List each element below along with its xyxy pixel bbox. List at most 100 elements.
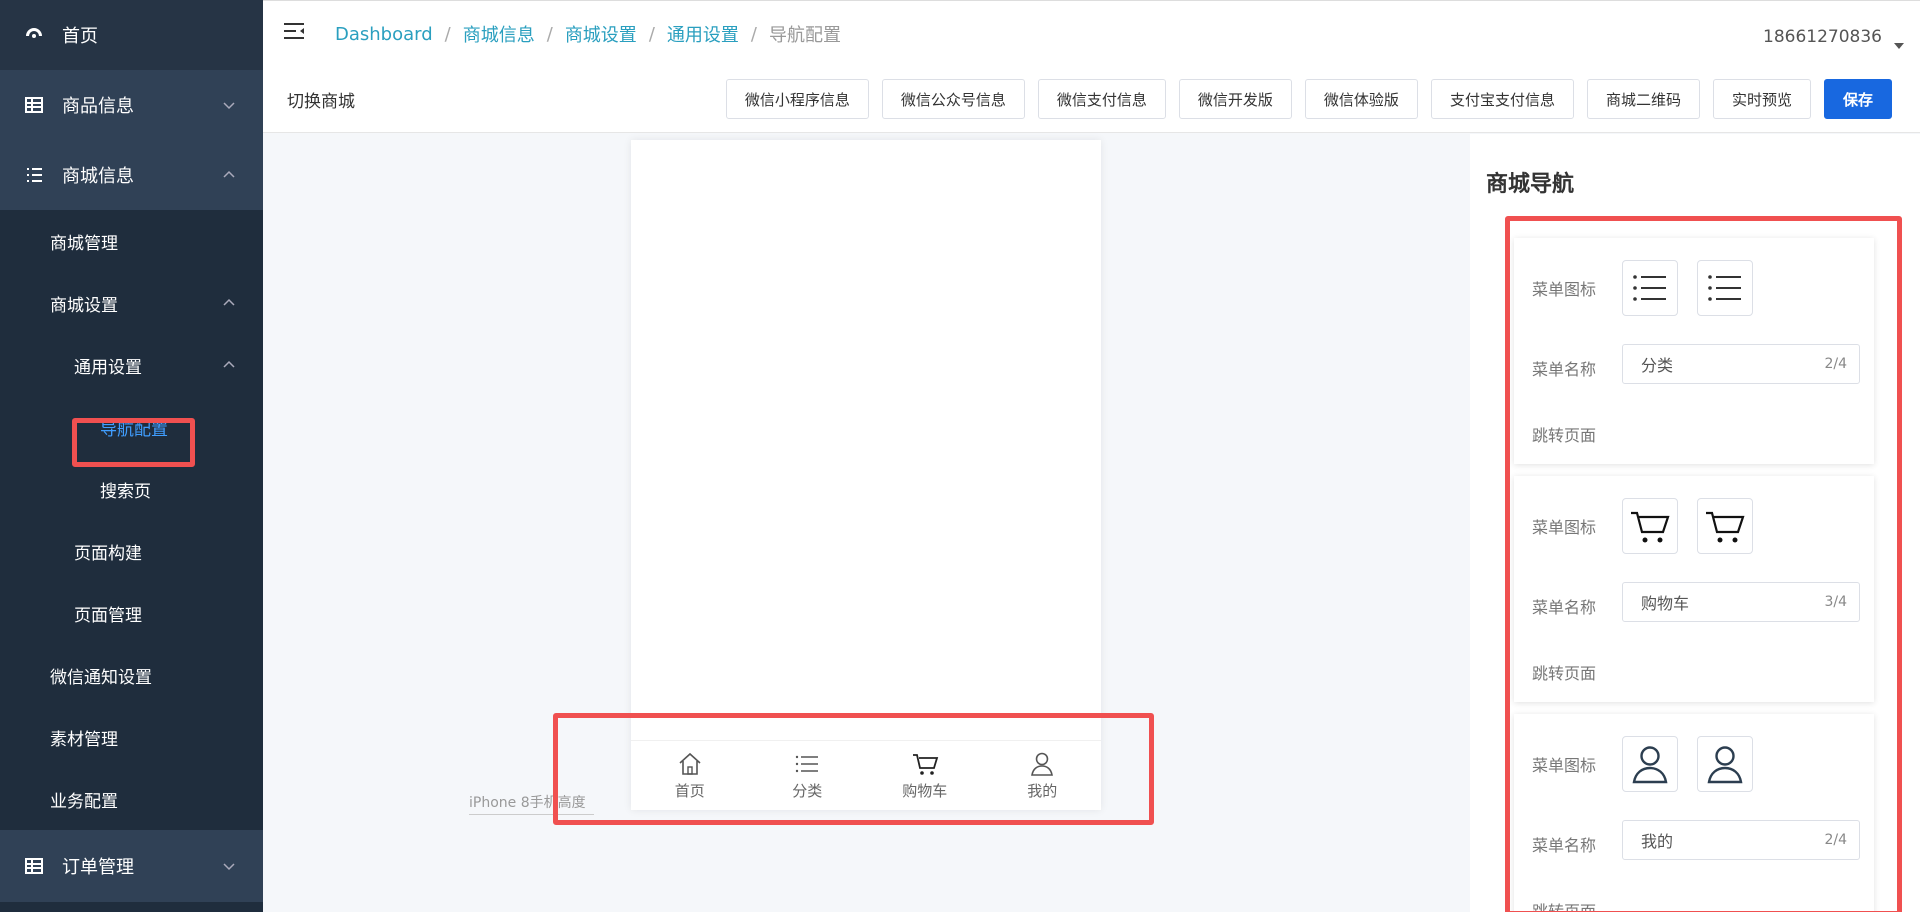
breadcrumb: Dashboard / 商城信息 / 商城设置 / 通用设置 / 导航配置 [335, 21, 841, 47]
nav-item-label: 首页 [674, 782, 705, 800]
user-account[interactable]: 18661270836 [1763, 27, 1882, 47]
nav-item-mine[interactable]: 我的 [984, 741, 1102, 810]
wechat-pay-button[interactable]: 微信支付信息 [1037, 79, 1166, 119]
menu-name-value: 购物车 [1641, 594, 1690, 613]
sidebar-item-label: 商城管理 [50, 233, 118, 254]
sidebar-item-nav-config[interactable]: 导航配置 [0, 396, 263, 458]
jump-page-label: 跳转页面 [1532, 902, 1597, 912]
cart-icon [912, 754, 938, 775]
breadcrumb-nav-config: 导航配置 [768, 25, 841, 46]
chevron-up-icon [223, 170, 235, 178]
menu-icon-label: 菜单图标 [1532, 756, 1597, 775]
header: Dashboard / 商城信息 / 商城设置 / 通用设置 / 导航配置 18… [263, 0, 1920, 133]
phone-bottom-nav: 首页 分类 购物车 我的 [631, 740, 1101, 810]
sidebar-item-label: 商城信息 [62, 166, 134, 187]
list-icon [796, 755, 819, 773]
device-height-label: iPhone 8手机高度 [469, 792, 594, 815]
home-icon [679, 752, 701, 775]
nav-item-cart[interactable]: 购物车 [866, 741, 984, 810]
nav-item-label: 购物车 [902, 782, 948, 800]
sidebar-item-label: 通用设置 [74, 357, 142, 378]
caret-down-icon[interactable] [1894, 43, 1904, 49]
user-icon [1632, 746, 1668, 784]
menu-fold-icon[interactable] [283, 21, 305, 41]
sidebar: 首页 商品信息 商城信息 商城管理 商城设置 通用设置 导航配置 搜索页 页面构… [0, 0, 263, 912]
panel-title: 商城导航 [1486, 172, 1575, 197]
breadcrumb-dashboard[interactable]: Dashboard [335, 24, 433, 45]
sidebar-item-material[interactable]: 素材管理 [0, 706, 263, 768]
sidebar-item-mall-manage[interactable]: 商城管理 [0, 210, 263, 272]
char-count: 2/4 [1824, 356, 1847, 372]
qrcode-button[interactable]: 商城二维码 [1586, 79, 1700, 119]
sidebar-item-general-settings[interactable]: 通用设置 [0, 334, 263, 396]
sidebar-item-label: 导航配置 [100, 419, 168, 440]
alipay-button[interactable]: 支付宝支付信息 [1430, 79, 1574, 119]
sidebar-item-label: 首页 [62, 26, 98, 47]
cart-icon [1631, 511, 1670, 543]
menu-name-label: 菜单名称 [1532, 360, 1597, 379]
sidebar-item-page-manage[interactable]: 页面管理 [0, 582, 263, 644]
icon-upload-active[interactable] [1697, 498, 1753, 554]
nav-item-label: 分类 [792, 782, 823, 800]
nav-item-label: 我的 [1027, 782, 1058, 800]
preview-area: 首页 分类 购物车 我的 iPhone 8手机高度 [263, 134, 1470, 912]
menu-name-value: 分类 [1641, 356, 1674, 375]
nav-card: 菜单图标 菜单名称 购物车 3/4 跳转页面 [1514, 476, 1874, 702]
list-icon [1708, 275, 1741, 301]
char-count: 2/4 [1824, 832, 1847, 848]
sidebar-item-wechat-notify[interactable]: 微信通知设置 [0, 644, 263, 706]
sidebar-item-orders[interactable]: 订单管理 [0, 830, 263, 902]
chevron-down-icon [223, 102, 235, 110]
cart-icon [1706, 511, 1745, 543]
dashboard-icon [26, 28, 42, 38]
nav-card: 菜单图标 菜单名称 分类 2/4 跳转页面 [1514, 238, 1874, 464]
icon-upload-default[interactable] [1622, 498, 1678, 554]
table-icon [25, 858, 43, 874]
wechat-dev-button[interactable]: 微信开发版 [1178, 79, 1292, 119]
chevron-up-icon [223, 360, 235, 368]
switch-shop-link[interactable]: 切换商城 [287, 87, 355, 112]
nav-card: 菜单图标 菜单名称 我的 2/4 跳转页面 [1514, 714, 1874, 912]
sidebar-item-label: 商品信息 [62, 96, 134, 117]
sidebar-item-search-page[interactable]: 搜索页 [0, 458, 263, 520]
icon-upload-active[interactable] [1697, 260, 1753, 316]
nav-item-category[interactable]: 分类 [749, 741, 867, 810]
sidebar-item-goods[interactable]: 商品信息 [0, 70, 263, 140]
breadcrumb-general-settings[interactable]: 通用设置 [667, 21, 739, 47]
sidebar-item-label: 订单管理 [62, 857, 134, 878]
icon-upload-default[interactable] [1622, 736, 1678, 792]
list-icon [27, 168, 42, 182]
menu-name-label: 菜单名称 [1532, 598, 1597, 617]
wechat-official-account-button[interactable]: 微信公众号信息 [881, 79, 1025, 119]
menu-icon-label: 菜单图标 [1532, 280, 1597, 299]
user-icon [1707, 746, 1743, 784]
menu-name-input[interactable]: 分类 2/4 [1622, 344, 1860, 384]
save-button[interactable]: 保存 [1823, 79, 1892, 119]
list-icon [1633, 275, 1666, 301]
sidebar-item-business-config[interactable]: 业务配置 [0, 768, 263, 830]
nav-card-list: 菜单图标 菜单名称 分类 2/4 跳转页面 菜单图标 菜单名称 购物车 3/4 … [1514, 238, 1874, 912]
wechat-miniprogram-button[interactable]: 微信小程序信息 [725, 79, 869, 119]
sidebar-item-label: 页面构建 [74, 543, 142, 564]
char-count: 3/4 [1824, 594, 1847, 610]
sidebar-item-mall-info[interactable]: 商城信息 [0, 140, 263, 210]
sidebar-item-mall-settings[interactable]: 商城设置 [0, 272, 263, 334]
jump-page-label: 跳转页面 [1532, 426, 1597, 445]
menu-name-input[interactable]: 购物车 3/4 [1622, 582, 1860, 622]
sidebar-item-home[interactable]: 首页 [0, 0, 263, 70]
action-toolbar: 微信小程序信息 微信公众号信息 微信支付信息 微信开发版 微信体验版 支付宝支付… [725, 79, 1892, 119]
icon-upload-default[interactable] [1622, 260, 1678, 316]
user-icon [1031, 752, 1054, 776]
nav-item-home[interactable]: 首页 [631, 741, 749, 810]
breadcrumb-mall-settings[interactable]: 商城设置 [565, 21, 637, 47]
menu-name-input[interactable]: 我的 2/4 [1622, 820, 1860, 860]
icon-upload-active[interactable] [1697, 736, 1753, 792]
table-icon [25, 97, 43, 113]
wechat-trial-button[interactable]: 微信体验版 [1304, 79, 1418, 119]
sidebar-item-page-build[interactable]: 页面构建 [0, 520, 263, 582]
live-preview-button[interactable]: 实时预览 [1712, 79, 1811, 119]
chevron-down-icon [223, 863, 235, 871]
sidebar-item-label: 搜索页 [100, 481, 151, 502]
breadcrumb-mall-info[interactable]: 商城信息 [463, 21, 535, 47]
menu-name-value: 我的 [1641, 832, 1674, 851]
